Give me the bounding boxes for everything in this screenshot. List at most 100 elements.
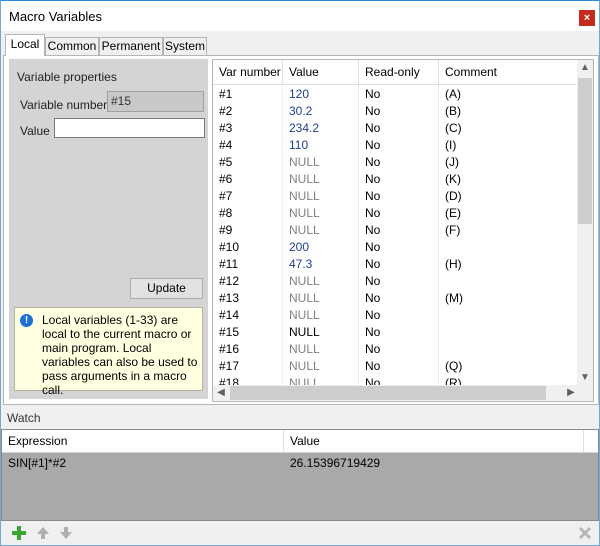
comment-cell[interactable]: (D) xyxy=(439,188,579,205)
table-row[interactable]: #8 NULL No (E) xyxy=(213,205,579,222)
value-cell[interactable]: 30.2 xyxy=(283,103,359,120)
table-row[interactable]: #15 NULL No xyxy=(213,324,579,341)
comment-cell[interactable] xyxy=(439,324,579,341)
comment-cell[interactable] xyxy=(439,307,579,324)
read-only-cell[interactable]: No xyxy=(359,103,439,120)
var-number-cell[interactable]: #11 xyxy=(213,256,283,273)
comment-cell[interactable] xyxy=(439,239,579,256)
comment-cell[interactable]: (Q) xyxy=(439,358,579,375)
tab-common[interactable]: Common xyxy=(45,37,99,55)
read-only-cell[interactable]: No xyxy=(359,222,439,239)
read-only-cell[interactable]: No xyxy=(359,273,439,290)
var-number-cell[interactable]: #3 xyxy=(213,120,283,137)
var-number-cell[interactable]: #5 xyxy=(213,154,283,171)
comment-cell[interactable]: (C) xyxy=(439,120,579,137)
close-button[interactable]: × xyxy=(579,10,595,26)
value-cell[interactable]: NULL xyxy=(283,188,359,205)
value-cell[interactable]: 47.3 xyxy=(283,256,359,273)
comment-cell[interactable]: (F) xyxy=(439,222,579,239)
comment-cell[interactable] xyxy=(439,341,579,358)
watch-row[interactable]: SIN[#1]*#2 26.15396719429 xyxy=(2,453,598,473)
comment-cell[interactable]: (K) xyxy=(439,171,579,188)
move-up-icon[interactable] xyxy=(35,525,51,541)
table-row[interactable]: #13 NULL No (M) xyxy=(213,290,579,307)
read-only-cell[interactable]: No xyxy=(359,290,439,307)
column-header-var-number[interactable]: Var number xyxy=(213,60,283,85)
comment-cell[interactable]: (A) xyxy=(439,86,579,103)
read-only-cell[interactable]: No xyxy=(359,341,439,358)
delete-icon[interactable] xyxy=(577,525,593,541)
table-row[interactable]: #7 NULL No (D) xyxy=(213,188,579,205)
scroll-left-icon[interactable]: ◀ xyxy=(213,385,229,401)
var-number-cell[interactable]: #9 xyxy=(213,222,283,239)
column-header-value[interactable]: Value xyxy=(283,60,359,85)
var-number-cell[interactable]: #2 xyxy=(213,103,283,120)
move-down-icon[interactable] xyxy=(58,525,74,541)
scroll-up-icon[interactable]: ▲ xyxy=(577,60,593,76)
value-cell[interactable]: NULL xyxy=(283,222,359,239)
value-cell[interactable]: NULL xyxy=(283,324,359,341)
var-number-cell[interactable]: #10 xyxy=(213,239,283,256)
value-cell[interactable]: 200 xyxy=(283,239,359,256)
vertical-scroll-thumb[interactable] xyxy=(578,78,592,224)
read-only-cell[interactable]: No xyxy=(359,239,439,256)
var-number-cell[interactable]: #16 xyxy=(213,341,283,358)
vertical-scrollbar[interactable]: ▲ ▼ xyxy=(577,60,593,386)
watch-expression[interactable]: SIN[#1]*#2 xyxy=(2,453,284,473)
comment-cell[interactable]: (M) xyxy=(439,290,579,307)
read-only-cell[interactable]: No xyxy=(359,86,439,103)
var-number-cell[interactable]: #14 xyxy=(213,307,283,324)
table-row[interactable]: #3 234.2 No (C) xyxy=(213,120,579,137)
scroll-down-icon[interactable]: ▼ xyxy=(577,370,593,386)
column-header-comment[interactable]: Comment xyxy=(439,60,579,85)
var-number-cell[interactable]: #12 xyxy=(213,273,283,290)
var-number-cell[interactable]: #15 xyxy=(213,324,283,341)
read-only-cell[interactable]: No xyxy=(359,358,439,375)
column-header-watch-value[interactable]: Value xyxy=(284,430,584,453)
table-row[interactable]: #17 NULL No (Q) xyxy=(213,358,579,375)
table-row[interactable]: #14 NULL No xyxy=(213,307,579,324)
comment-cell[interactable]: (I) xyxy=(439,137,579,154)
read-only-cell[interactable]: No xyxy=(359,154,439,171)
table-row[interactable]: #10 200 No xyxy=(213,239,579,256)
var-number-cell[interactable]: #17 xyxy=(213,358,283,375)
read-only-cell[interactable]: No xyxy=(359,137,439,154)
comment-cell[interactable]: (H) xyxy=(439,256,579,273)
table-row[interactable]: #9 NULL No (F) xyxy=(213,222,579,239)
value-cell[interactable]: NULL xyxy=(283,290,359,307)
read-only-cell[interactable]: No xyxy=(359,120,439,137)
tab-permanent[interactable]: Permanent xyxy=(99,37,163,55)
read-only-cell[interactable]: No xyxy=(359,307,439,324)
horizontal-scrollbar[interactable]: ◀ ▶ xyxy=(213,385,579,401)
table-row[interactable]: #12 NULL No xyxy=(213,273,579,290)
var-number-cell[interactable]: #6 xyxy=(213,171,283,188)
table-row[interactable]: #6 NULL No (K) xyxy=(213,171,579,188)
read-only-cell[interactable]: No xyxy=(359,205,439,222)
horizontal-scroll-thumb[interactable] xyxy=(230,386,546,400)
value-cell[interactable]: NULL xyxy=(283,273,359,290)
table-row[interactable]: #11 47.3 No (H) xyxy=(213,256,579,273)
value-cell[interactable]: 110 xyxy=(283,137,359,154)
value-cell[interactable]: NULL xyxy=(283,171,359,188)
table-row[interactable]: #2 30.2 No (B) xyxy=(213,103,579,120)
table-row[interactable]: #5 NULL No (J) xyxy=(213,154,579,171)
var-number-cell[interactable]: #8 xyxy=(213,205,283,222)
comment-cell[interactable]: (E) xyxy=(439,205,579,222)
table-row[interactable]: #16 NULL No xyxy=(213,341,579,358)
read-only-cell[interactable]: No xyxy=(359,256,439,273)
read-only-cell[interactable]: No xyxy=(359,171,439,188)
add-icon[interactable] xyxy=(11,525,27,541)
var-number-cell[interactable]: #13 xyxy=(213,290,283,307)
var-number-cell[interactable]: #4 xyxy=(213,137,283,154)
value-cell[interactable]: NULL xyxy=(283,154,359,171)
comment-cell[interactable]: (J) xyxy=(439,154,579,171)
var-number-cell[interactable]: #1 xyxy=(213,86,283,103)
tab-system[interactable]: System xyxy=(163,37,207,55)
table-row[interactable]: #1 120 No (A) xyxy=(213,86,579,103)
comment-cell[interactable]: (B) xyxy=(439,103,579,120)
table-row[interactable]: #4 110 No (I) xyxy=(213,137,579,154)
value-cell[interactable]: NULL xyxy=(283,358,359,375)
var-number-cell[interactable]: #7 xyxy=(213,188,283,205)
value-cell[interactable]: NULL xyxy=(283,205,359,222)
value-cell[interactable]: NULL xyxy=(283,341,359,358)
